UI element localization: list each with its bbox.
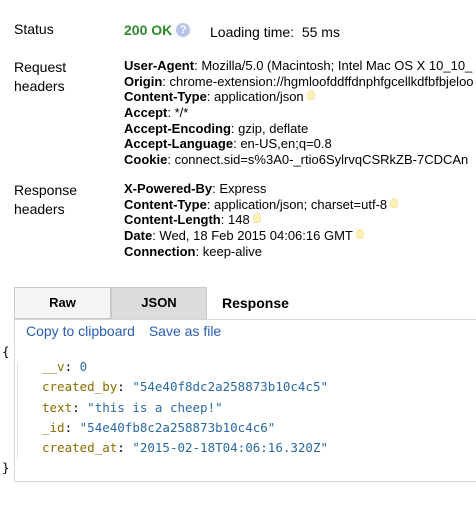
header-row: Content-Type: application/json	[124, 89, 476, 105]
header-row: Origin: chrome-extension://hgmloofddffdn…	[124, 73, 474, 89]
header-value: 148	[228, 212, 250, 228]
lightbulb-icon[interactable]	[390, 197, 399, 208]
json-field: created_by: "54e40f8dc2a258873b10c4c5"	[42, 379, 328, 395]
status-code: 200 OK	[124, 22, 173, 38]
header-key: Accept-Language	[124, 136, 234, 152]
tab-json[interactable]: JSON	[111, 287, 207, 319]
header-value: */*	[174, 105, 189, 121]
json-close-brace: }	[2, 460, 10, 475]
header-row: Accept: */*	[124, 105, 189, 121]
loading-time-label: Loading time:	[210, 24, 295, 40]
header-row: X-Powered-By: Express	[124, 181, 267, 196]
question-icon[interactable]: ?	[176, 23, 191, 37]
header-value: en-US,en;q=0.8	[240, 136, 332, 152]
json-field: created_at: "2015-02-18T04:06:16.320Z"	[42, 440, 328, 456]
header-value: Wed, 18 Feb 2015 04:06:16 GMT	[159, 228, 353, 244]
json-viewer: { __v: 0 created_by: "54e40f8dc2a258873b1…	[0, 342, 462, 482]
response-headers-list: X-Powered-By: Express Content-Type: appli…	[124, 181, 476, 259]
header-key: Origin	[124, 73, 163, 89]
header-key: Accept	[124, 105, 168, 121]
json-field: _id: "54e40fb8c2a258873b10c4c6"	[42, 419, 276, 435]
lightbulb-icon[interactable]	[306, 90, 315, 101]
header-row: Date: Wed, 18 Feb 2015 04:06:16 GMT	[124, 228, 476, 244]
response-heading: Response	[222, 295, 289, 311]
header-key: User-Agent	[124, 58, 195, 73]
tab-raw[interactable]: Raw	[14, 287, 111, 319]
loading-time-value: 55 ms	[301, 24, 340, 40]
header-key: X-Powered-By	[124, 181, 213, 196]
header-value: application/json; charset=utf-8	[214, 196, 388, 212]
json-value: "54e40fb8c2a258873b10c4c6"	[79, 419, 276, 435]
json-field: __v: 0	[42, 359, 88, 374]
header-value: keep-alive	[202, 243, 262, 259]
header-value: gzip, deflate	[238, 120, 309, 136]
json-key: _id	[42, 419, 65, 435]
request-headers-label: Request headers	[14, 59, 67, 94]
json-value: 0	[79, 359, 88, 374]
request-headers-list: User-Agent: Mozilla/5.0 (Macintosh; Inte…	[124, 58, 476, 168]
header-row: Content-Type: application/json; charset=…	[124, 197, 476, 213]
header-row: Cookie: connect.sid=s%3A0-_rtio6SylrvqCS…	[124, 152, 469, 168]
header-key: Content-Length	[124, 212, 221, 228]
header-key: Date	[124, 228, 153, 244]
header-key: Accept-Encoding	[124, 120, 231, 136]
json-value: "2015-02-18T04:06:16.320Z"	[132, 440, 328, 456]
loading-time: Loading time: 55 ms	[210, 24, 340, 40]
response-headers-label: Response headers	[14, 182, 78, 217]
header-value: Express	[219, 181, 267, 196]
header-row: User-Agent: Mozilla/5.0 (Macintosh; Inte…	[124, 58, 473, 73]
response-actions: Copy to clipboard Save as file	[26, 322, 231, 340]
status-label: Status	[14, 21, 54, 37]
header-key: Cookie	[124, 152, 168, 168]
json-key: created_at	[42, 440, 118, 456]
status-row: 200 OK?	[124, 22, 191, 38]
lightbulb-icon[interactable]	[252, 213, 261, 224]
json-value: "this is a cheep!"	[87, 399, 223, 415]
header-key: Content-Type	[124, 196, 207, 212]
header-row: Connection: keep-alive	[124, 243, 262, 259]
json-key: created_by	[42, 379, 118, 395]
header-value: connect.sid=s%3A0-_rtio6SylrvqCSRkZB-7CD…	[174, 152, 469, 168]
header-row: Content-Length: 148	[124, 212, 476, 228]
json-key: text	[42, 399, 73, 415]
header-key: Content-Type	[124, 89, 207, 105]
save-as-file-link[interactable]: Save as file	[149, 323, 221, 339]
json-field: text: "this is a cheep!"	[42, 399, 223, 415]
header-key: Connection	[124, 243, 196, 259]
header-row: Accept-Language: en-US,en;q=0.8	[124, 136, 332, 152]
lightbulb-icon[interactable]	[355, 229, 364, 240]
header-value: chrome-extension://hgmloofddffdnphfgcell…	[169, 73, 474, 89]
header-value: application/json	[214, 89, 304, 105]
json-value: "54e40f8dc2a258873b10c4c5"	[132, 379, 328, 395]
json-key: __v	[42, 359, 65, 374]
json-open-brace: {	[2, 344, 10, 359]
header-value: Mozilla/5.0 (Macintosh; Intel Mac OS X 1…	[201, 58, 473, 73]
header-row: Accept-Encoding: gzip, deflate	[124, 120, 309, 136]
copy-to-clipboard-link[interactable]: Copy to clipboard	[26, 323, 135, 339]
